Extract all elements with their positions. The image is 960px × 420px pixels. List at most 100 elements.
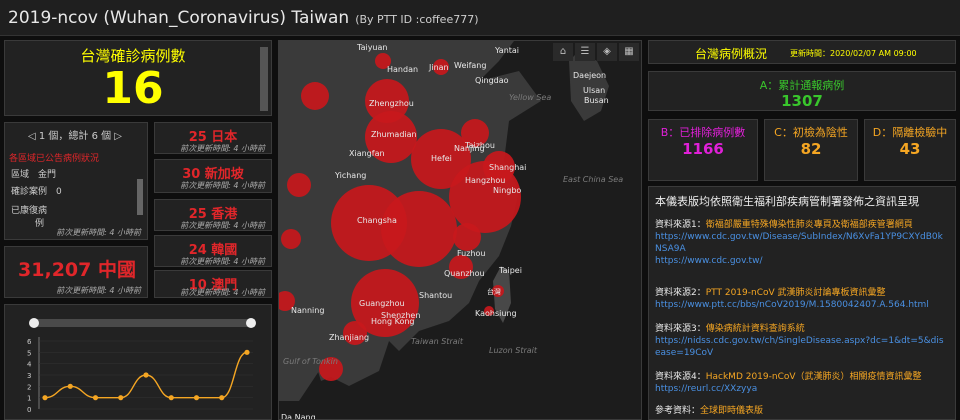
y-tick-label: 2 <box>27 383 31 391</box>
stat-value: 82 <box>800 140 822 158</box>
case-bubble[interactable] <box>381 191 457 267</box>
regions-panel: ◁ 1 個，總計 6 個 ▷ 各區域已公告病例狀況 區域 金門 確診案例 0 已… <box>4 122 148 240</box>
source-name[interactable]: 全球即時儀表版 <box>700 406 763 416</box>
china-value: 31,207 中國 <box>18 259 136 281</box>
overview-updated: 更新時間：2020/02/07 AM 09:00 <box>790 49 917 58</box>
map-city-label: Hefei <box>431 154 452 163</box>
source-key: 資料來源1： <box>655 220 706 230</box>
prev-arrow-icon[interactable]: ◁ <box>28 131 39 142</box>
data-point[interactable] <box>168 395 174 401</box>
country-card: 25 香港 前次更新時間: 4 小時前 <box>154 199 272 231</box>
map-city-label: Kaohsiung <box>475 309 517 318</box>
data-point[interactable] <box>244 349 250 355</box>
region-row-key: 例 <box>35 219 45 229</box>
map-panel[interactable]: ⌂ ☰ ◈ ▦ Taiyuan Yantai Handan Jinan Weifang Q… <box>278 40 642 420</box>
region-row-key: 確診案例 <box>11 187 48 197</box>
stat-card-reported: A：累計通報病例 1307 <box>648 71 956 111</box>
data-point[interactable] <box>92 395 99 401</box>
source-link[interactable]: https://nidss.cdc.gov.tw/ch/SingleDiseas… <box>655 336 944 358</box>
scrollbar[interactable] <box>260 47 268 111</box>
region-row: 區域 金門 <box>11 167 56 180</box>
layers-icon[interactable]: ◈ <box>597 43 617 61</box>
map-city-label: Qingdao <box>475 76 509 85</box>
source-item: 資料來源4：HackMD 2019-nCoV（武漢肺炎）相關疫情資訊彙整 htt… <box>655 371 947 395</box>
y-tick-label: 3 <box>27 372 31 380</box>
update-time: 前次更新時間: 4 小時前 <box>180 181 265 190</box>
map-city-label: Taiyuan <box>357 43 388 52</box>
source-item: 資料來源1：衛福部嚴重特殊傳染性肺炎專頁及衛福部疾管署網頁 https://ww… <box>655 219 947 267</box>
case-bubble[interactable] <box>287 173 311 197</box>
map-city-label: Zhanjiang <box>329 333 370 342</box>
y-tick-label: 0 <box>27 406 31 414</box>
map-city-label: Yantai <box>495 46 520 55</box>
source-link[interactable]: https://www.ptt.cc/bbs/nCoV2019/M.158004… <box>655 300 929 310</box>
case-bubble[interactable] <box>453 223 481 251</box>
overview-header: 台灣病例概況 更新時間：2020/02/07 AM 09:00 <box>648 40 956 64</box>
source-link[interactable]: https://www.cdc.gov.tw/ <box>655 256 762 266</box>
map-city-label: Nanning <box>291 306 325 315</box>
basemap-icon[interactable]: ▦ <box>619 43 639 61</box>
source-link[interactable]: https://reurl.cc/XXzyya <box>655 384 757 394</box>
range-slider-handle-left[interactable] <box>29 318 39 328</box>
stat-value: 43 <box>899 140 921 158</box>
next-arrow-icon[interactable]: ▷ <box>111 131 122 142</box>
region-row: 已康復病 <box>11 203 47 216</box>
stat-label: C：初檢為陰性 <box>774 126 848 139</box>
data-point[interactable] <box>193 395 200 401</box>
list-icon[interactable]: ☰ <box>575 43 595 61</box>
sources-heading: 本儀表版均依照衛生福利部疾病管制署發佈之資訊呈現 <box>655 195 919 208</box>
source-name: PTT 2019-nCoV 武漢肺炎討論專板資訊彙整 <box>705 288 886 298</box>
map-city-label: Handan <box>387 65 419 74</box>
scrollbar[interactable] <box>137 179 143 215</box>
stat-value: 1166 <box>682 140 724 158</box>
pager-text: 1 個，總計 6 個 <box>38 131 112 142</box>
map-city-label: Zhumadian <box>371 130 417 139</box>
update-time: 前次更新時間: 4 小時前 <box>180 288 265 297</box>
data-point[interactable] <box>219 395 225 401</box>
update-time: 前次更新時間: 4 小時前 <box>180 257 265 266</box>
y-tick-label: 6 <box>27 338 32 346</box>
map-city-label: Busan <box>584 96 609 105</box>
map-city-label: Hangzhou <box>465 176 506 185</box>
map-taiwan-label: 台灣 <box>487 288 501 296</box>
data-point[interactable] <box>67 383 73 389</box>
map-city-label: Yichang <box>335 171 367 180</box>
source-key: 資料來源2： <box>655 288 706 298</box>
overview-title: 台灣病例概況 <box>695 47 768 61</box>
map-water-label: Taiwan Strait <box>411 337 463 346</box>
range-slider-track[interactable] <box>33 319 255 327</box>
source-key: 資料來源4： <box>655 372 706 382</box>
data-point[interactable] <box>42 395 48 401</box>
y-tick-label: 5 <box>27 349 31 357</box>
pager: ◁ 1 個，總計 6 個 ▷ <box>5 127 145 142</box>
stat-label: A：累計通報病例 <box>759 79 845 92</box>
case-bubble[interactable] <box>281 229 301 249</box>
country-card: 25 日本 前次更新時間: 4 小時前 <box>154 122 272 154</box>
region-row-key: 已康復病 <box>11 206 48 216</box>
regions-heading: 各區域已公告病例狀況 <box>9 154 100 164</box>
map-city-label: Shantou <box>419 291 453 300</box>
range-slider-handle-right[interactable] <box>246 318 256 328</box>
data-point[interactable] <box>143 372 149 378</box>
country-card: 10 澳門 前次更新時間: 4 小時前 <box>154 270 272 298</box>
source-item: 參考資料：全球即時儀表版 <box>655 405 947 417</box>
map-city-label: Fuzhou <box>457 249 486 258</box>
source-link[interactable]: https://www.cdc.gov.tw/Disease/SubIndex/… <box>655 232 943 254</box>
source-item: 資料來源2：PTT 2019-nCoV 武漢肺炎討論專板資訊彙整 https:/… <box>655 287 947 311</box>
stat-label: B：已排除病例數 <box>660 126 746 139</box>
map-city-label: Da Nang <box>281 413 316 420</box>
case-bubble[interactable] <box>301 82 329 110</box>
map-city-label: Zhengzhou <box>369 99 414 108</box>
stat-card-negative: C：初檢為陰性 82 <box>764 119 858 181</box>
data-point[interactable] <box>118 395 124 401</box>
home-icon[interactable]: ⌂ <box>553 43 573 61</box>
source-item: 資料來源3：傳染病統計資料查詢系統 https://nidss.cdc.gov.… <box>655 323 947 359</box>
chart-svg: 0 1 2 3 4 5 6 <box>27 318 256 414</box>
y-tick-label: 1 <box>27 395 31 403</box>
china-panel: 31,207 中國 前次更新時間: 4 小時前 <box>4 246 148 298</box>
update-time: 前次更新時間: 4 小時前 <box>56 228 141 237</box>
taiwan-total-panel: 台灣確診病例數 16 <box>4 40 272 116</box>
map-city-label: Nanjing <box>454 144 485 153</box>
region-row: 確診案例 0 <box>11 184 62 197</box>
map-city-label: Ulsan <box>583 86 606 95</box>
